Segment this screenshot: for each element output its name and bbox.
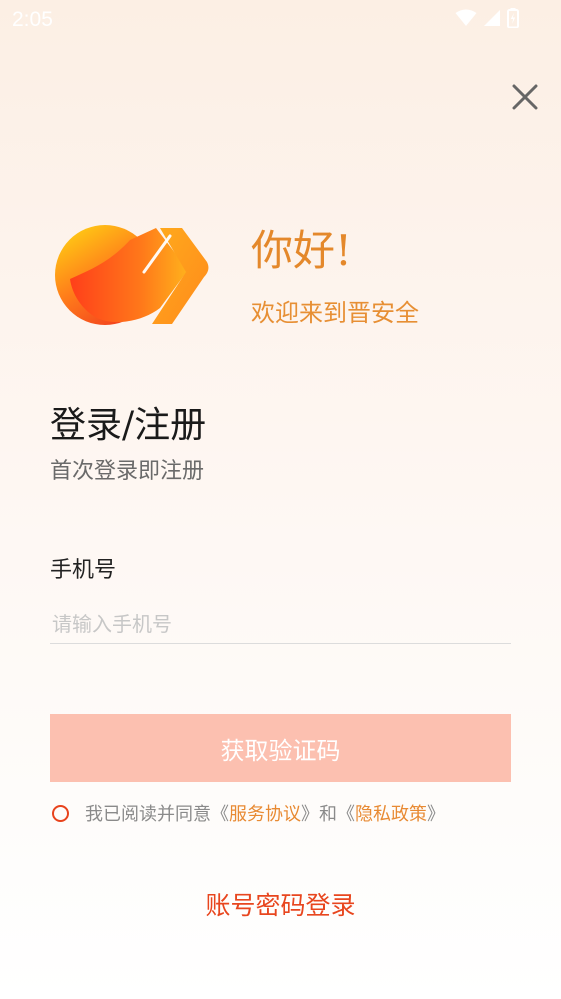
status-time: 2:05 — [12, 8, 53, 31]
greeting-title: 你好! — [251, 226, 352, 275]
battery-icon — [507, 8, 519, 28]
agree-radio[interactable] — [52, 804, 69, 822]
privacy-policy-link[interactable]: 隐私政策 — [355, 800, 427, 826]
signal-icon — [484, 10, 500, 26]
login-title: 登录/注册 — [50, 405, 207, 446]
get-code-button[interactable]: 获取验证码 — [50, 714, 511, 782]
agreement-middle: 》和《 — [301, 804, 355, 825]
close-button[interactable] — [506, 78, 544, 116]
phone-input[interactable] — [50, 604, 511, 644]
wifi-icon — [455, 9, 477, 26]
status-bar: 2:05 — [0, 0, 561, 40]
welcome-subtitle: 欢迎来到晋安全 — [251, 299, 419, 327]
close-icon — [512, 84, 538, 110]
service-agreement-link[interactable]: 服务协议 — [229, 800, 301, 826]
phone-label: 手机号 — [50, 558, 117, 583]
password-login-link[interactable]: 账号密码登录 — [0, 886, 561, 922]
agreement-suffix: 》 — [427, 804, 445, 825]
agreement-prefix: 我已阅读并同意《 — [85, 804, 229, 825]
status-icons — [455, 8, 519, 28]
app-logo — [55, 225, 209, 325]
agreement-row: 我已阅读并同意《 服务协议 》和《 隐私政策 》 — [52, 800, 445, 826]
login-subtitle: 首次登录即注册 — [50, 459, 205, 484]
